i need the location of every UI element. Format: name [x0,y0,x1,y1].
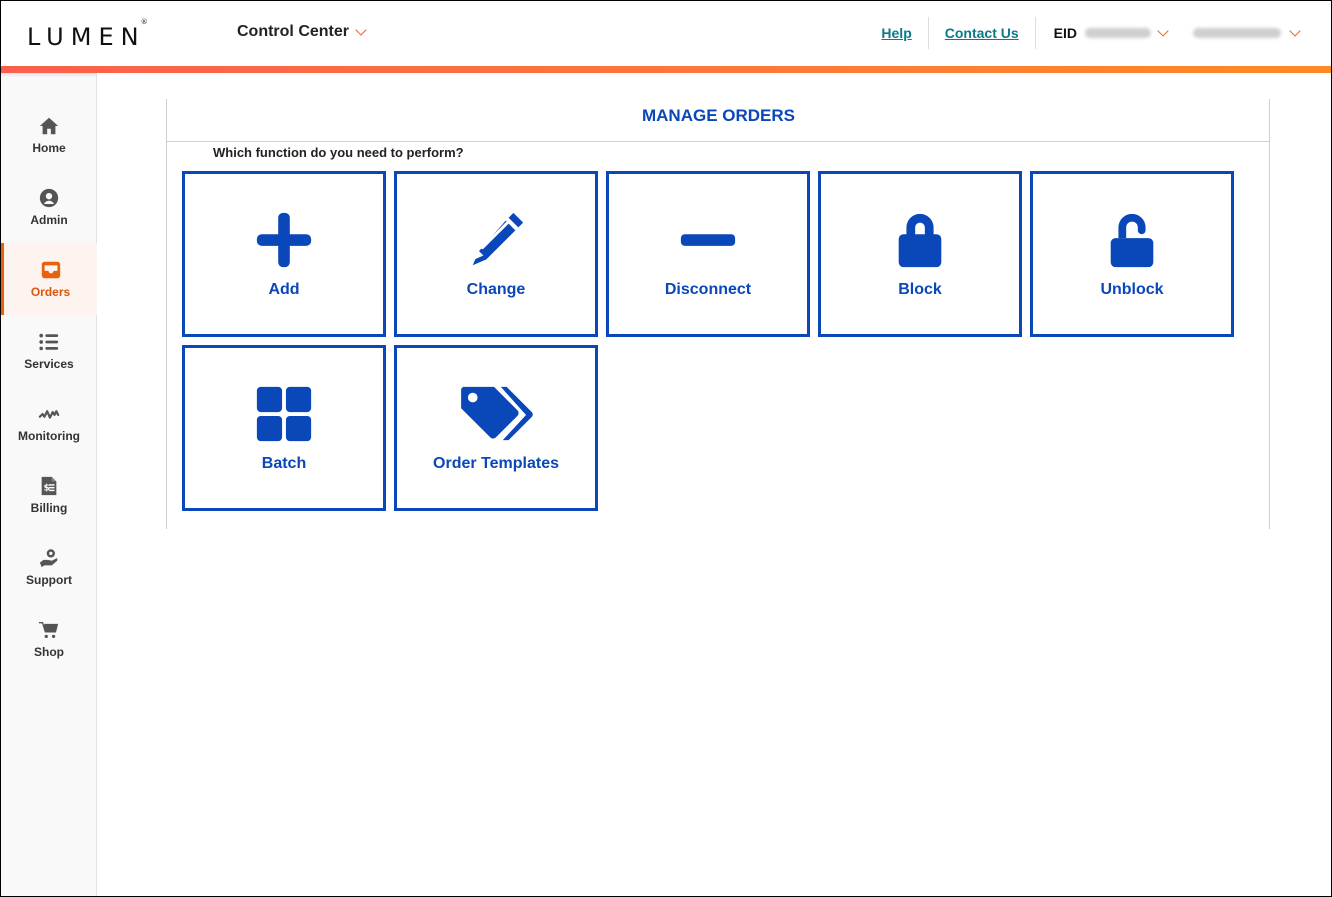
app-switcher-dropdown[interactable]: Control Center [237,23,367,41]
sidebar-nav: Home Admin Orders Services Monitoring $ … [1,73,97,896]
contact-us-link[interactable]: Contact Us [929,25,1035,41]
chevron-down-icon [1289,24,1301,37]
tile-label: Add [268,281,300,298]
sidebar-item-label: Billing [30,501,68,515]
top-header: LUMEN® Control Center Help Contact Us EI… [1,1,1331,66]
sidebar-item-home[interactable]: Home [1,99,97,171]
add-tile[interactable]: Add [182,171,386,337]
inbox-icon [41,261,60,279]
sidebar-item-admin[interactable]: Admin [1,171,97,243]
tile-label: Unblock [1100,281,1164,298]
sidebar-item-label: Monitoring [18,429,80,443]
tile-label: Disconnect [664,281,752,298]
eid-value-redacted [1085,28,1151,38]
list-icon [39,333,59,351]
batch-tile[interactable]: Batch [182,345,386,511]
logo-text: LUMEN [27,23,146,51]
minus-icon [680,234,736,246]
change-tile[interactable]: Change [394,171,598,337]
user-name-redacted [1193,28,1281,38]
plus-icon [256,212,312,268]
sidebar-item-label: Orders [30,285,71,299]
sidebar-item-monitoring[interactable]: Monitoring [1,387,97,459]
svg-text:$: $ [44,483,50,494]
home-icon [39,117,59,135]
disconnect-tile[interactable]: Disconnect [606,171,810,337]
sidebar-item-label: Shop [34,645,64,659]
cart-icon [38,621,59,639]
tile-label: Batch [261,455,307,472]
sidebar-item-services[interactable]: Services [1,315,97,387]
sidebar-item-label: Support [26,573,72,587]
lock-icon [898,213,942,268]
header-accent-bar [1,66,1331,73]
hand-gear-icon [39,549,58,568]
manage-orders-panel: MANAGE ORDERS Which function do you need… [166,99,1270,529]
block-tile[interactable]: Block [818,171,1022,337]
header-right: Help Contact Us EID [865,17,1301,49]
tile-label: Order Templates [433,455,559,472]
help-link[interactable]: Help [865,25,927,41]
chevron-down-icon [355,23,367,36]
eid-dropdown[interactable]: EID [1036,24,1169,41]
tile-label: Block [898,281,942,298]
sidebar-item-orders[interactable]: Orders [1,243,97,315]
sidebar-item-label: Home [32,141,66,155]
sidebar-item-label: Services [24,357,74,371]
sidebar-item-label: Admin [30,213,68,227]
sidebar-item-support[interactable]: Support [1,531,97,603]
grid-icon [256,386,312,442]
lumen-logo[interactable]: LUMEN® [27,18,153,51]
order-templates-tile[interactable]: Order Templates [394,345,598,511]
sidebar-item-shop[interactable]: Shop [1,603,97,675]
tile-label: Change [466,281,526,298]
eid-label: EID [1053,25,1077,41]
registered-mark: ® [140,18,148,26]
sidebar-item-billing[interactable]: $ Billing [1,459,97,531]
invoice-icon: $ [41,476,57,496]
tags-icon [461,386,533,441]
user-circle-icon [39,188,59,208]
user-dropdown[interactable] [1167,24,1301,38]
unlock-icon [1110,213,1154,268]
app-switcher-label: Control Center [237,23,349,40]
pulse-icon [38,410,60,419]
function-prompt: Which function do you need to perform? [213,145,464,160]
page-title: MANAGE ORDERS [167,99,1270,142]
pencil-icon [472,212,524,266]
unblock-tile[interactable]: Unblock [1030,171,1234,337]
